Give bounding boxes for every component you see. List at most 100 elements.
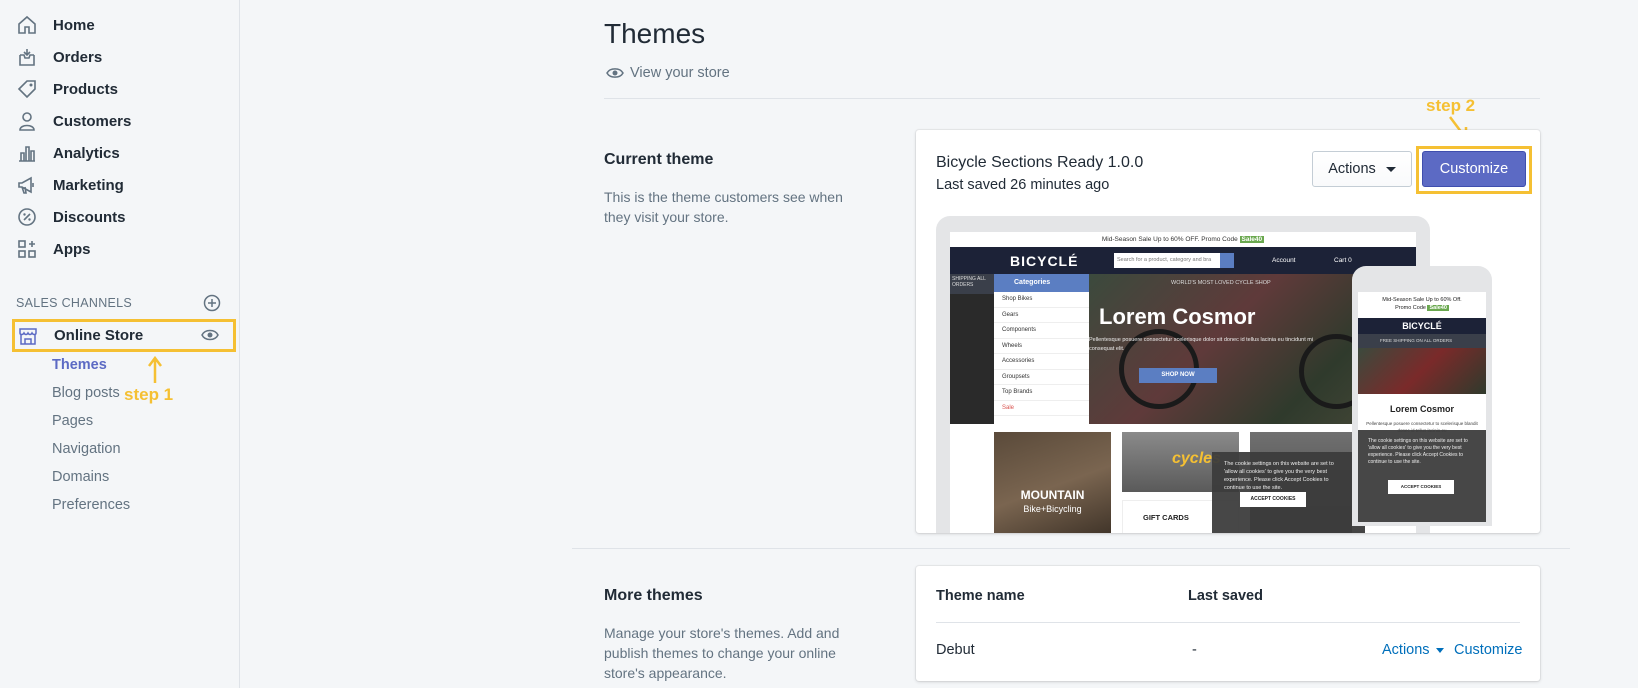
row-customize-link[interactable]: Customize xyxy=(1454,642,1523,658)
preview-account: Account xyxy=(1272,257,1296,264)
preview-search: Search for a product, category and bra xyxy=(1114,253,1234,268)
preview-hero-title: Lorem Cosmor xyxy=(1099,304,1256,329)
preview-shop-now: SHOP NOW xyxy=(1139,368,1217,383)
preview-hero: SHIPPING ALL ORDERS Categories Shop Bike… xyxy=(950,274,1416,424)
preview-accept-cookies: ACCEPT COOKIES xyxy=(1240,492,1306,507)
nav-label: Marketing xyxy=(53,176,124,194)
preview-tile-mountain: MOUNTAIN Bike+Bicycling xyxy=(994,432,1111,533)
mobile-cookie-text: The cookie settings on this website are … xyxy=(1368,438,1468,465)
add-channel-icon[interactable] xyxy=(203,294,221,312)
preview-tile-gift-text: GIFT CARDS xyxy=(1143,513,1189,522)
mobile-promo-code: Sale40 xyxy=(1427,305,1449,311)
more-themes-card: Theme name Last saved Debut - Actions Cu… xyxy=(916,566,1540,681)
preview-cart: Cart 0 xyxy=(1334,257,1352,264)
current-theme-heading: Current theme xyxy=(604,151,714,168)
nav-apps[interactable]: Apps xyxy=(0,234,239,264)
preview-category: Groupsets xyxy=(994,370,1089,385)
step1-arrow-icon xyxy=(148,356,162,383)
nav-analytics[interactable]: Analytics xyxy=(0,138,239,168)
preview-category: Shop Bikes xyxy=(994,292,1089,308)
actions-label: Actions xyxy=(1328,161,1376,177)
step2-annotation: step 2 xyxy=(1426,96,1476,115)
mobile-promo-line1: Mid-Season Sale Up to 60% Off. xyxy=(1382,297,1462,303)
preview-promo-text: Mid-Season Sale Up to 60% OFF. Promo Cod… xyxy=(1101,236,1238,243)
nav-customers[interactable]: Customers xyxy=(0,106,239,136)
view-store-link[interactable]: View your store xyxy=(606,65,730,81)
preview-promo-code: Sale40 xyxy=(1239,236,1265,243)
mobile-title: Lorem Cosmor xyxy=(1389,404,1454,414)
nav-orders[interactable]: Orders xyxy=(0,42,239,72)
mobile-cookie-banner: The cookie settings on this website are … xyxy=(1358,430,1486,522)
preview-tile-mountain-subtitle: Bike+Bicycling xyxy=(1023,504,1082,514)
eye-icon xyxy=(606,68,624,78)
preview-screen: Mid-Season Sale Up to 60% OFF. Promo Cod… xyxy=(950,232,1416,533)
preview-category: Gears xyxy=(994,308,1089,323)
tag-icon xyxy=(16,78,38,100)
view-store-label: View your store xyxy=(630,65,730,81)
sub-item-pages[interactable]: Pages xyxy=(52,413,93,429)
current-theme-card: Bicycle Sections Ready 1.0.0 Last saved … xyxy=(916,130,1540,533)
preview-search-placeholder: Search for a product, category and bra xyxy=(1117,257,1212,263)
preview-categories: Categories Shop Bikes Gears Components W… xyxy=(994,274,1089,424)
theme-last-saved: Last saved 26 minutes ago xyxy=(936,177,1110,193)
preview-cookie-banner: The cookie settings on this website are … xyxy=(1212,452,1352,533)
mobile-logo: BICYCLÉ xyxy=(1358,318,1486,334)
row-theme-name: Debut xyxy=(936,642,975,658)
sub-item-themes[interactable]: Themes xyxy=(52,357,107,373)
caret-down-icon xyxy=(1435,647,1444,653)
mobile-accept-cookies: ACCEPT COOKIES xyxy=(1388,480,1454,494)
sub-item-domains[interactable]: Domains xyxy=(52,469,109,485)
nav-marketing[interactable]: Marketing xyxy=(0,170,239,200)
column-header-last-saved: Last saved xyxy=(1188,588,1263,604)
nav-online-store[interactable]: Online Store xyxy=(12,319,236,352)
mobile-shipping: FREE SHIPPING ON ALL ORDERS xyxy=(1358,334,1486,348)
megaphone-icon xyxy=(16,174,38,196)
store-icon xyxy=(17,325,39,347)
mobile-screen: Mid-Season Sale Up to 60% Off. Promo Code… xyxy=(1358,292,1486,522)
theme-name: Bicycle Sections Ready 1.0.0 xyxy=(936,154,1144,171)
discount-icon xyxy=(16,206,38,228)
sub-item-navigation[interactable]: Navigation xyxy=(52,441,121,457)
nav-products[interactable]: Products xyxy=(0,74,239,104)
preview-shipping: SHIPPING ALL ORDERS xyxy=(950,274,994,294)
row-last-saved: - xyxy=(1192,642,1197,658)
sub-item-blog-posts[interactable]: Blog posts xyxy=(52,385,120,401)
preview-categories-header: Categories xyxy=(994,274,1089,292)
sub-item-preferences[interactable]: Preferences xyxy=(52,497,130,513)
person-icon xyxy=(16,110,38,132)
row-actions-link[interactable]: Actions xyxy=(1382,642,1444,658)
preview-cart-count: 0 xyxy=(1348,257,1352,264)
preview-cookie-text: The cookie settings on this website are … xyxy=(1224,461,1334,491)
search-icon xyxy=(1220,253,1234,268)
nav-discounts[interactable]: Discounts xyxy=(0,202,239,232)
divider xyxy=(572,548,1570,549)
column-header-theme-name: Theme name xyxy=(936,588,1025,604)
nav-label: Customers xyxy=(53,112,132,130)
preview-hero-tag: WORLD'S MOST LOVED CYCLE SHOP xyxy=(1171,280,1271,286)
table-divider xyxy=(936,622,1520,623)
actions-button[interactable]: Actions xyxy=(1312,151,1412,187)
sidebar: Home Orders Products Customers Analytics… xyxy=(0,0,240,688)
preview-logo: BICYCLÉ xyxy=(1010,253,1079,269)
bar-chart-icon xyxy=(16,142,38,164)
online-store-label: Online Store xyxy=(54,327,144,344)
nav-home[interactable]: Home xyxy=(0,10,239,40)
sales-channels-header: SALES CHANNELS xyxy=(16,294,221,312)
mobile-promo: Mid-Season Sale Up to 60% Off. Promo Code… xyxy=(1358,292,1486,318)
preview-category: Accessories xyxy=(994,354,1089,370)
home-icon xyxy=(16,14,38,36)
eye-icon[interactable] xyxy=(201,328,219,342)
row-actions-label: Actions xyxy=(1382,642,1430,658)
nav-label: Products xyxy=(53,80,119,98)
nav-label: Home xyxy=(53,16,95,34)
preview-category: Wheels xyxy=(994,339,1089,354)
nav-label: Analytics xyxy=(53,144,120,162)
mobile-promo-line2: Promo Code xyxy=(1395,305,1426,311)
more-themes-heading: More themes xyxy=(604,587,703,604)
preview-header: BICYCLÉ Search for a product, category a… xyxy=(950,247,1416,274)
nav-label: Discounts xyxy=(53,208,126,226)
preview-hero-subtitle: Pellentesque posuere consectetur sceleri… xyxy=(1089,337,1314,352)
orders-icon xyxy=(16,46,38,68)
divider xyxy=(604,98,1540,99)
customize-button[interactable]: Customize xyxy=(1422,151,1526,187)
